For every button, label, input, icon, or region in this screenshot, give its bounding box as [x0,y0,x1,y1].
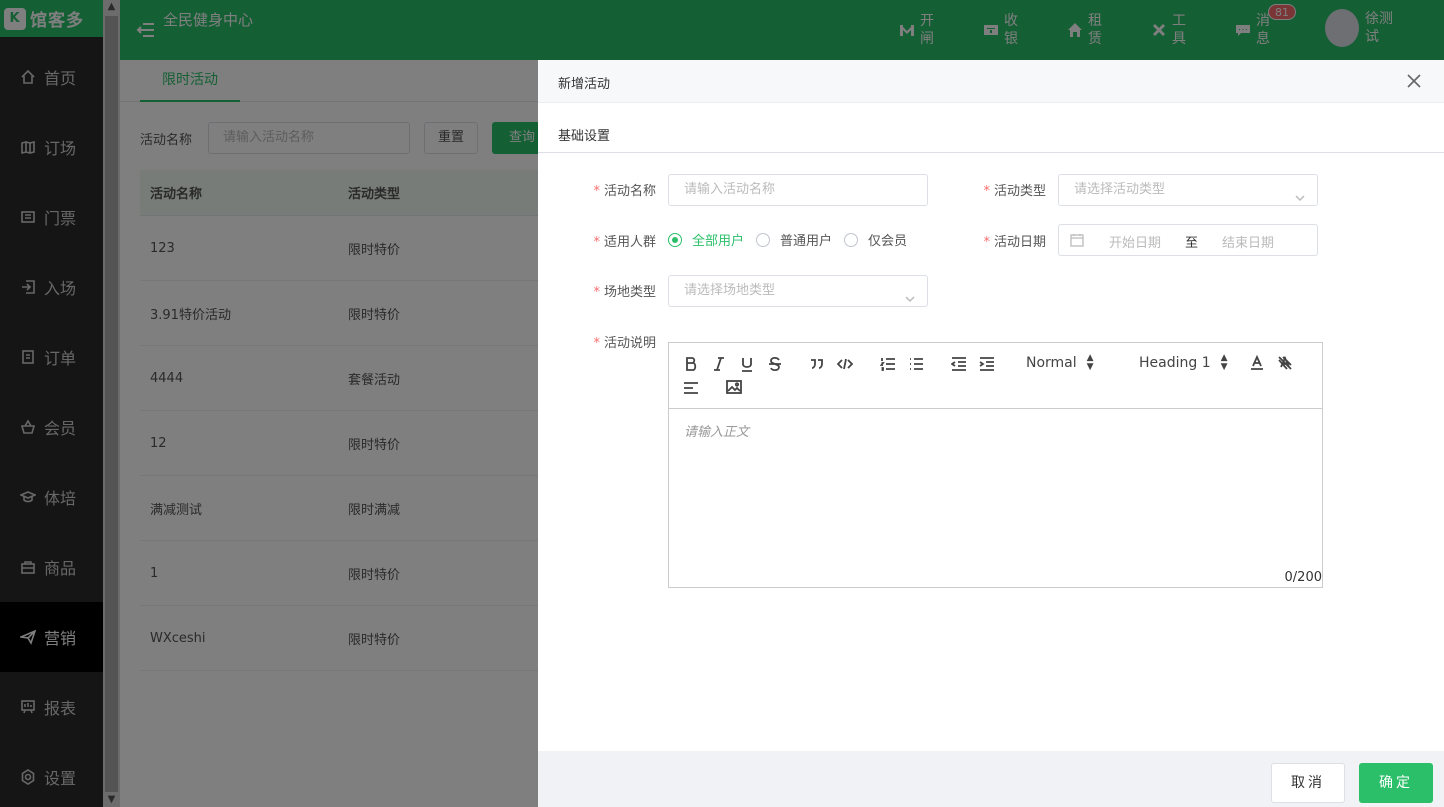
drawer-header: 新增活动 [538,60,1444,103]
activity-date-range-picker[interactable]: 开始日期 至 结束日期 [1058,224,1318,256]
venue-type-label: * 场地类型 [593,285,656,300]
add-activity-drawer: 新增活动 基础设置 * 活动名称 请输入活动名称 * 活动类型 请选择活动类型 * 适… [538,60,1444,807]
insert-image-button[interactable] [726,377,742,397]
activity-date-label: * 活动日期 [983,235,1046,250]
outdent-button[interactable] [951,354,967,374]
radio-unchecked-icon [844,232,859,247]
activity-name-input[interactable]: 请输入活动名称 [668,174,928,206]
bold-button[interactable] [683,354,699,374]
radio-checked-icon [668,232,682,247]
character-counter: 0/200 [1284,570,1322,585]
code-block-button[interactable] [837,354,853,374]
audience-radio-group: 全部用户 普通用户 仅会员 [668,230,919,249]
select-placeholder: 请选择活动类型 [1074,182,1166,197]
italic-button[interactable] [711,354,727,374]
text-size-select[interactable]: Normal ▲ ▼ [1026,353,1094,373]
strikethrough-button[interactable] [767,354,783,374]
confirm-button[interactable]: 确定 [1359,763,1433,803]
radio-all-users[interactable]: 全部用户 [668,230,744,249]
venue-type-select[interactable]: 请选择场地类型 [668,275,928,307]
ordered-list-button[interactable] [880,354,896,374]
chevron-down-icon [905,286,915,303]
select-caret-icon: ▲ ▼ [1086,353,1094,372]
description-label: * 活动说明 [593,336,656,351]
bullet-list-button[interactable] [908,354,924,374]
audience-label: * 适用人群 [593,235,656,250]
underline-button[interactable] [739,354,755,374]
activity-type-label: * 活动类型 [983,184,1046,199]
drawer-footer: 取消 确定 [538,751,1444,807]
cancel-button[interactable]: 取消 [1271,763,1345,803]
editor-content-area[interactable]: 请输入正文 [684,421,749,440]
close-icon[interactable] [1406,73,1422,89]
chevron-down-icon [1295,185,1305,202]
heading-select[interactable]: Heading 1 ▲ ▼ [1139,353,1228,373]
editor-toolbar: Normal ▲ ▼ Heading 1 ▲ ▼ [669,343,1322,409]
select-caret-icon: ▲ ▼ [1220,353,1228,372]
indent-button[interactable] [979,354,995,374]
end-date-input[interactable]: 结束日期 [1222,232,1274,251]
clear-format-button[interactable] [1277,353,1293,373]
align-button[interactable] [683,378,699,398]
radio-unchecked-icon [756,232,771,247]
calendar-icon [1070,233,1084,247]
font-color-button[interactable] [1249,353,1265,373]
start-date-input[interactable]: 开始日期 [1109,232,1161,251]
date-separator: 至 [1185,236,1199,251]
activity-type-select[interactable]: 请选择活动类型 [1058,174,1318,206]
blockquote-button[interactable] [809,354,825,374]
select-value: Heading 1 [1139,355,1211,371]
section-header: 基础设置 [538,103,1444,153]
section-title: 基础设置 [558,129,611,144]
radio-normal-users[interactable]: 普通用户 [756,230,832,249]
select-placeholder: 请选择场地类型 [684,283,776,298]
activity-name-label: * 活动名称 [593,184,656,199]
drawer-title: 新增活动 [558,77,611,92]
rich-text-editor: Normal ▲ ▼ Heading 1 ▲ ▼ 请输入正文 0/200 [668,342,1323,588]
radio-members-only[interactable]: 仅会员 [844,230,907,249]
select-value: Normal [1026,355,1077,371]
